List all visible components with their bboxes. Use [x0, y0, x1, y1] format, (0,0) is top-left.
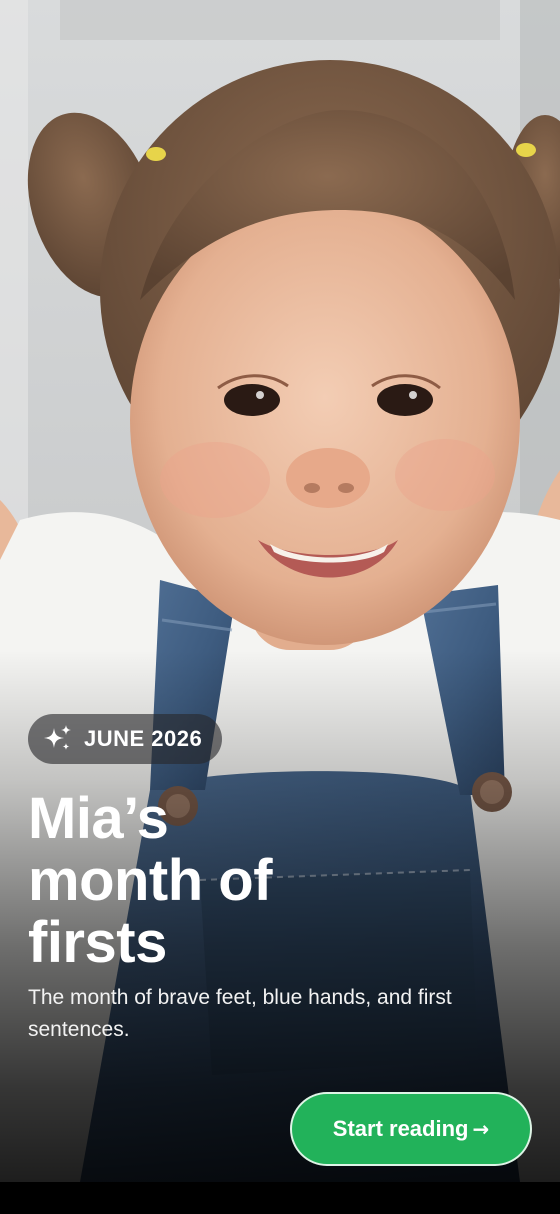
story-title: Mia’s month of firsts: [28, 788, 448, 974]
arrow-right-icon: →: [472, 1117, 490, 1141]
date-label: JUNE 2026: [84, 726, 203, 751]
sparkle-icon: [40, 722, 74, 756]
date-badge: JUNE 2026: [28, 714, 223, 764]
start-reading-label: Start reading: [332, 1116, 469, 1141]
story-cover-screen: JUNE 2026 Mia’s month of firsts The mont…: [0, 0, 560, 1214]
story-subtitle: The month of brave feet, blue hands, and…: [28, 986, 452, 1041]
bottom-bar: [0, 1182, 560, 1214]
story-title-line: firsts: [28, 910, 167, 975]
story-title-line: month of: [28, 848, 273, 913]
story-title-line: Mia’s: [28, 786, 169, 851]
start-reading-button[interactable]: Start reading →: [290, 1092, 532, 1166]
